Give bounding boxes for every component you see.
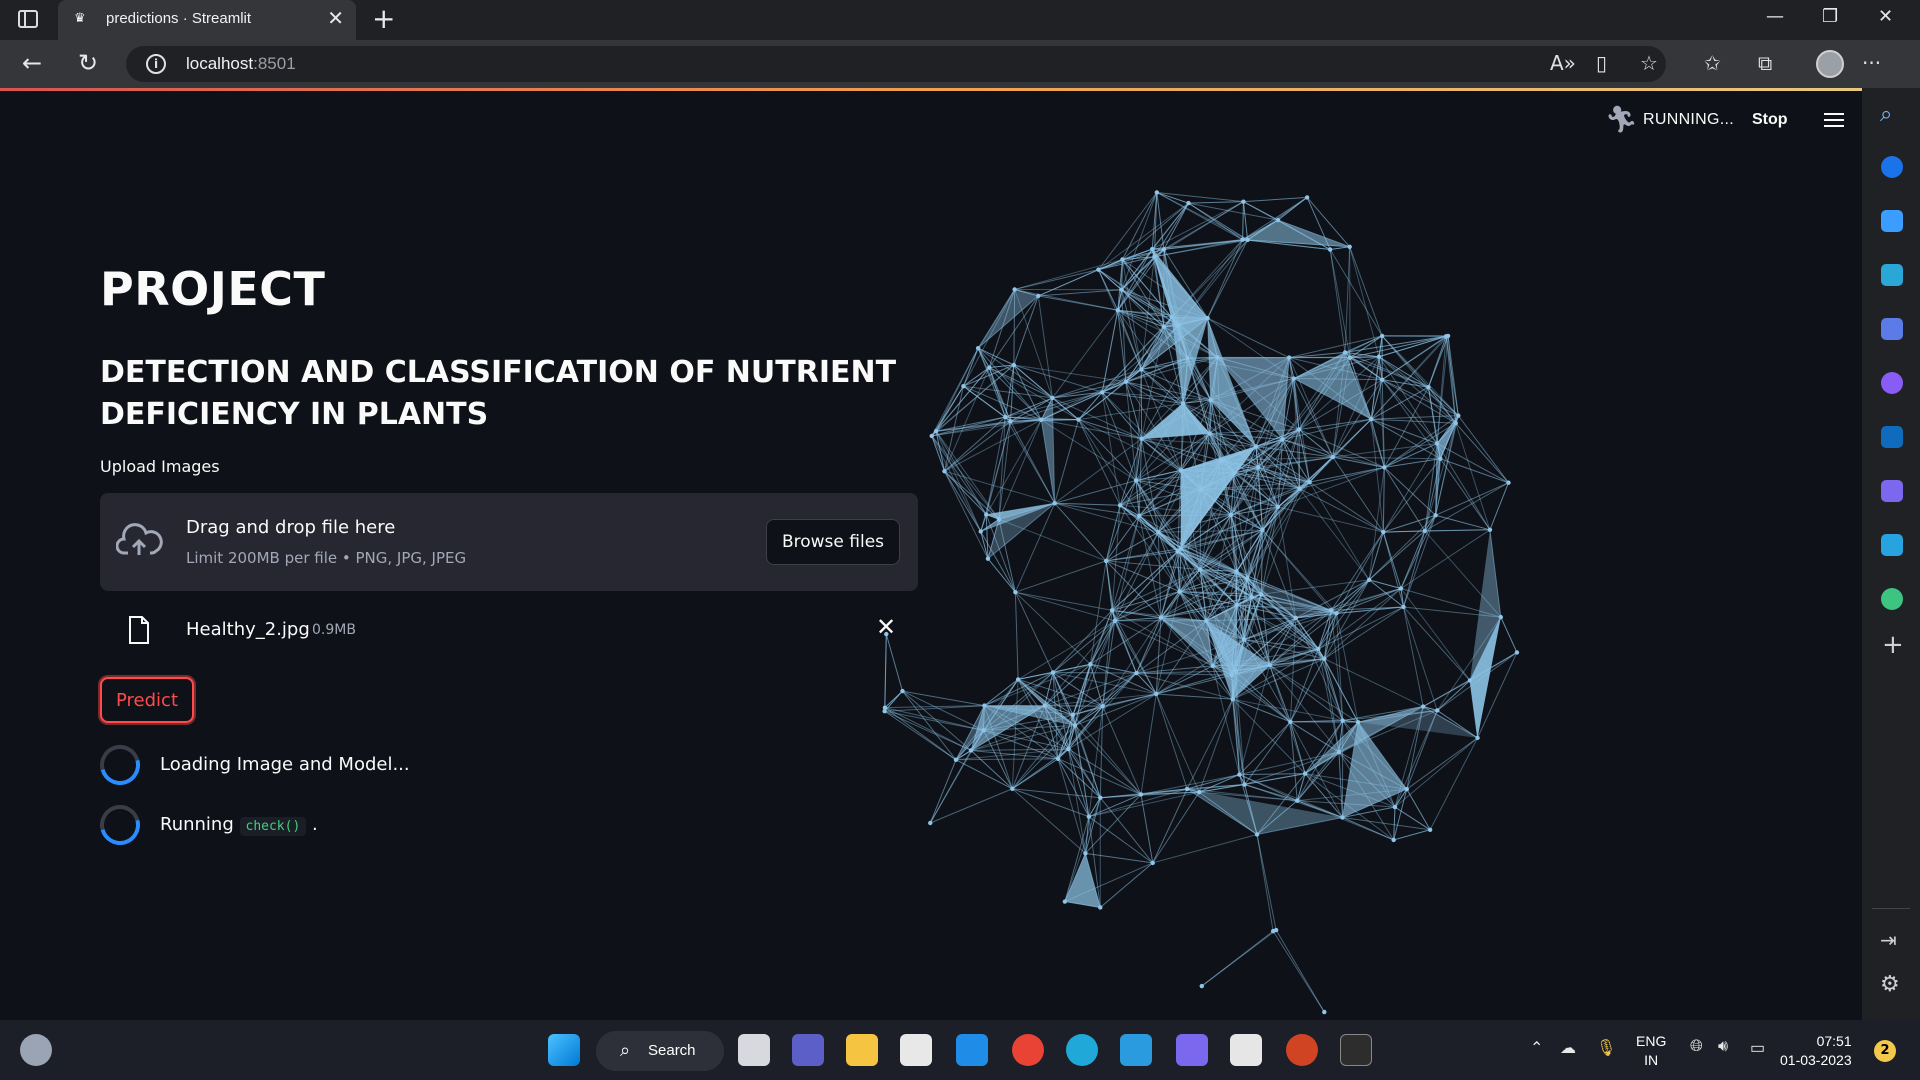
shopping-tag-icon[interactable] — [1881, 210, 1903, 232]
drop-icon[interactable] — [1881, 480, 1903, 502]
telegram-icon[interactable] — [1881, 534, 1903, 556]
restore-icon[interactable]: ❐ — [1822, 6, 1838, 27]
start-icon[interactable] — [548, 1034, 580, 1066]
powerpoint-icon[interactable] — [1286, 1034, 1318, 1066]
address-toolbar: ← ↻ i localhost:8501 A» ▯ ☆ ✩ ⧉ ··· — [0, 40, 1920, 88]
teams-icon[interactable] — [792, 1034, 824, 1066]
file-icon — [129, 616, 149, 644]
minimize-icon[interactable]: — — [1766, 6, 1784, 27]
more-options-icon[interactable]: ··· — [1862, 52, 1881, 74]
store-icon[interactable] — [900, 1034, 932, 1066]
tab-actions-icon[interactable] — [18, 10, 38, 28]
read-aloud-icon[interactable]: A» — [1550, 52, 1576, 74]
search-icon[interactable]: ⌕ — [1880, 102, 1892, 127]
url-text: localhost:8501 — [186, 54, 296, 73]
outlook-icon[interactable] — [1881, 426, 1903, 448]
battery-icon[interactable]: ▭ — [1750, 1038, 1765, 1058]
running-man-icon: 🏃︎ — [1605, 105, 1639, 135]
microphone-icon[interactable]: 🎙︎ — [1596, 1038, 1616, 1058]
site-info-icon[interactable]: i — [146, 54, 166, 74]
new-tab-icon[interactable]: + — [372, 4, 395, 34]
notification-badge[interactable]: 2 — [1874, 1040, 1896, 1062]
running-status: RUNNING... — [1643, 111, 1734, 128]
spinner-text: Running check() . — [160, 814, 318, 836]
bing-chat-icon[interactable] — [1881, 156, 1903, 178]
chevron-up-icon[interactable]: ⌃ — [1530, 1038, 1543, 1058]
tree-icon[interactable] — [1881, 588, 1903, 610]
network-background-image — [882, 190, 1520, 1015]
add-favorite-icon[interactable]: ☆ — [1640, 52, 1658, 74]
browser-tab[interactable]: ♛ predictions · Streamlit ✕ — [58, 0, 356, 40]
remove-file-icon[interactable]: ✕ — [876, 613, 896, 642]
uploaded-file-row: Healthy_2.jpg 0.9MB ✕ — [100, 607, 918, 657]
copilot-icon[interactable] — [1176, 1034, 1208, 1066]
mail-icon[interactable] — [956, 1034, 988, 1066]
language-indicator[interactable]: ENG IN — [1636, 1032, 1666, 1070]
search-icon: ⌕ — [620, 1040, 631, 1061]
network-icon[interactable]: 🌐︎ — [1690, 1038, 1703, 1056]
tools-icon[interactable] — [1881, 264, 1903, 286]
gear-icon[interactable]: ⚙ — [1880, 972, 1900, 997]
volume-icon[interactable]: 🔊︎ — [1718, 1038, 1728, 1056]
refresh-icon[interactable]: ↻ — [78, 48, 98, 78]
app-header: 🏃︎ RUNNING... Stop — [0, 91, 1862, 147]
cloud-status-icon[interactable]: ☁ — [1560, 1038, 1576, 1058]
weather-icon[interactable] — [20, 1034, 52, 1066]
loading-spinner-icon — [92, 737, 148, 793]
cloud-upload-icon — [116, 523, 163, 555]
remote-desktop-icon[interactable] — [1120, 1034, 1152, 1066]
spinner-text: Loading Image and Model... — [160, 754, 410, 775]
notepad-icon[interactable] — [1230, 1034, 1262, 1066]
office-icon[interactable] — [1881, 372, 1903, 394]
tab-title: predictions · Streamlit — [106, 10, 252, 27]
file-dropzone[interactable]: Drag and drop file here Limit 200MB per … — [100, 493, 918, 591]
close-tab-icon[interactable]: ✕ — [327, 8, 344, 28]
page-subtitle: DETECTION AND CLASSIFICATION OF NUTRIENT… — [100, 355, 897, 432]
address-field[interactable]: i localhost:8501 — [126, 46, 1666, 82]
main-menu-icon[interactable] — [1824, 113, 1844, 127]
uploader-label: Upload Images — [100, 457, 220, 476]
code-snippet: check() — [239, 817, 307, 836]
taskbar-search[interactable]: ⌕ Search — [596, 1031, 724, 1071]
browse-files-button[interactable]: Browse files — [766, 519, 900, 565]
loading-spinner-icon — [92, 797, 148, 853]
file-explorer-icon[interactable] — [846, 1034, 878, 1066]
sidebar-divider — [1872, 908, 1910, 909]
games-icon[interactable] — [1881, 318, 1903, 340]
browser-tab-bar: ♛ predictions · Streamlit ✕ + — ❐ ✕ — [0, 0, 1920, 40]
terminal-icon[interactable] — [1340, 1034, 1372, 1066]
streamlit-app: 🏃︎ RUNNING... Stop PROJECT DETECTION AND… — [0, 91, 1862, 1020]
back-icon[interactable]: ← — [22, 48, 42, 78]
windows-taskbar: ⌕ Search ⌃ ☁ 🎙︎ ENG IN 🌐︎ 🔊︎ ▭ 07:51 01-03… — [0, 1020, 1920, 1080]
edge-sidebar: ⌕ + ⇥ ⚙ — [1862, 88, 1920, 1020]
profile-avatar[interactable] — [1816, 50, 1844, 78]
clock[interactable]: 07:51 01-03-2023 — [1780, 1032, 1852, 1070]
task-view-icon[interactable] — [738, 1034, 770, 1066]
favorites-icon[interactable]: ✩ — [1704, 52, 1721, 74]
close-window-icon[interactable]: ✕ — [1878, 6, 1893, 27]
hide-sidebar-icon[interactable]: ⇥ — [1880, 928, 1897, 952]
collections-icon[interactable]: ⧉ — [1758, 52, 1772, 74]
file-name: Healthy_2.jpg — [186, 619, 310, 640]
page-title: PROJECT — [100, 262, 326, 316]
reading-view-icon[interactable]: ▯ — [1596, 52, 1607, 74]
taskbar-search-label: Search — [648, 1042, 696, 1059]
stop-button[interactable]: Stop — [1752, 111, 1788, 129]
dropzone-instructions: Drag and drop file here — [186, 517, 396, 538]
add-sidebar-app-icon[interactable]: + — [1882, 630, 1904, 660]
edge-icon[interactable] — [1066, 1034, 1098, 1066]
chrome-icon[interactable] — [1012, 1034, 1044, 1066]
streamlit-favicon-icon: ♛ — [74, 11, 86, 26]
dropzone-limits: Limit 200MB per file • PNG, JPG, JPEG — [186, 549, 467, 567]
predict-button[interactable]: Predict — [100, 677, 194, 723]
file-size: 0.9MB — [312, 622, 356, 638]
